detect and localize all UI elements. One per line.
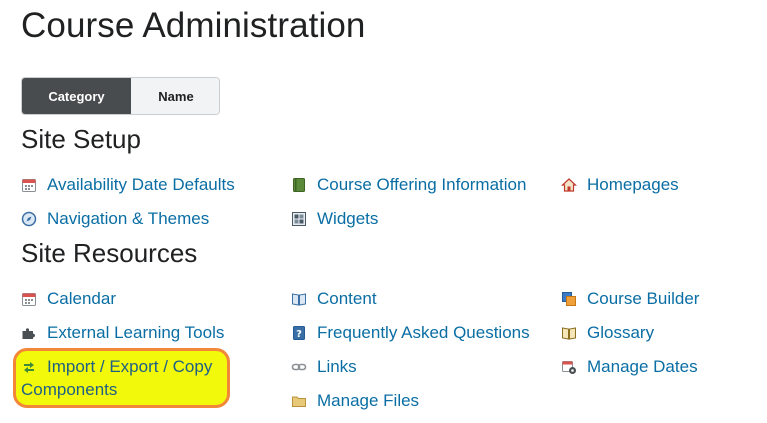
- book-icon: [291, 177, 307, 193]
- import-export-arrows-icon: [21, 359, 37, 375]
- name-view-button[interactable]: Name: [131, 78, 219, 114]
- compass-icon: [21, 211, 37, 227]
- links-label: Links: [317, 357, 357, 376]
- home-icon: [561, 177, 577, 193]
- calendar-label: Calendar: [47, 289, 116, 308]
- course-builder-icon: [561, 291, 577, 307]
- course-offering-information-link[interactable]: Course Offering Information: [291, 174, 526, 196]
- page-title: Course Administration: [21, 6, 366, 45]
- site-resources-heading: Site Resources: [21, 238, 198, 268]
- faq-label: Frequently Asked Questions: [317, 323, 530, 342]
- manage-files-link[interactable]: Manage Files: [291, 390, 419, 412]
- puzzle-icon: [21, 325, 37, 341]
- import-export-copy-label-line2[interactable]: Components: [21, 380, 117, 400]
- course-offering-information-label: Course Offering Information: [317, 175, 527, 194]
- folder-icon: [291, 393, 307, 409]
- site-setup-heading: Site Setup: [21, 124, 141, 154]
- glossary-link[interactable]: Glossary: [561, 322, 654, 344]
- content-link[interactable]: Content: [291, 288, 377, 310]
- manage-dates-link[interactable]: Manage Dates: [561, 356, 698, 378]
- widgets-grid-icon: [291, 211, 307, 227]
- widgets-link[interactable]: Widgets: [291, 208, 378, 230]
- manage-dates-label: Manage Dates: [587, 357, 698, 376]
- svg-text:?: ?: [296, 329, 302, 340]
- faq-link[interactable]: ? Frequently Asked Questions: [291, 322, 530, 344]
- homepages-label: Homepages: [587, 175, 679, 194]
- content-label: Content: [317, 289, 377, 308]
- availability-date-defaults-label: Availability Date Defaults: [47, 175, 235, 194]
- calendar-icon: [21, 177, 37, 193]
- calendar-link[interactable]: Calendar: [21, 288, 116, 310]
- import-export-copy-components-link[interactable]: Import / Export / Copy: [21, 356, 212, 378]
- external-learning-tools-label: External Learning Tools: [47, 323, 225, 342]
- navigation-themes-link[interactable]: Navigation & Themes: [21, 208, 209, 230]
- view-toggle: Category Name: [21, 77, 220, 115]
- homepages-link[interactable]: Homepages: [561, 174, 679, 196]
- glossary-label: Glossary: [587, 323, 655, 342]
- category-view-button[interactable]: Category: [22, 78, 131, 114]
- manage-files-label: Manage Files: [317, 391, 420, 410]
- import-export-copy-label-line1: Import / Export / Copy: [47, 357, 213, 376]
- links-link[interactable]: Links: [291, 356, 357, 378]
- widgets-label: Widgets: [317, 209, 379, 228]
- open-book-icon: [291, 291, 307, 307]
- navigation-themes-label: Navigation & Themes: [47, 209, 210, 228]
- chain-link-icon: [291, 359, 307, 375]
- calendar-gear-icon: [561, 359, 577, 375]
- faq-icon: ?: [291, 325, 307, 341]
- glossary-book-icon: [561, 325, 577, 341]
- availability-date-defaults-link[interactable]: Availability Date Defaults: [21, 174, 235, 196]
- course-builder-link[interactable]: Course Builder: [561, 288, 699, 310]
- calendar-icon: [21, 291, 37, 307]
- course-builder-label: Course Builder: [587, 289, 700, 308]
- external-learning-tools-link[interactable]: External Learning Tools: [21, 322, 224, 344]
